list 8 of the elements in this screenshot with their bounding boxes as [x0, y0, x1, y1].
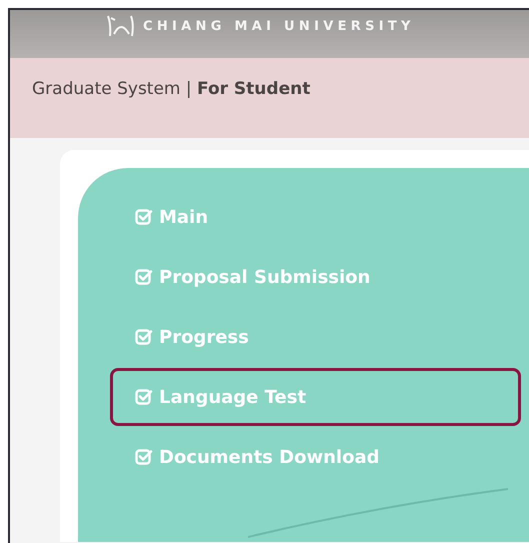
university-logo-icon	[105, 14, 137, 38]
menu-item[interactable]: Main	[110, 188, 521, 246]
menu-item[interactable]: Proposal Submission	[110, 248, 521, 306]
menu-item[interactable]: Documents Download	[110, 428, 521, 486]
system-title: Graduate System | For Student	[32, 79, 310, 99]
menu-item[interactable]: Language Test	[110, 368, 521, 426]
menu-item[interactable]: Progress	[110, 308, 521, 366]
university-name: CHIANG MAI UNIVERSITY	[143, 18, 415, 34]
